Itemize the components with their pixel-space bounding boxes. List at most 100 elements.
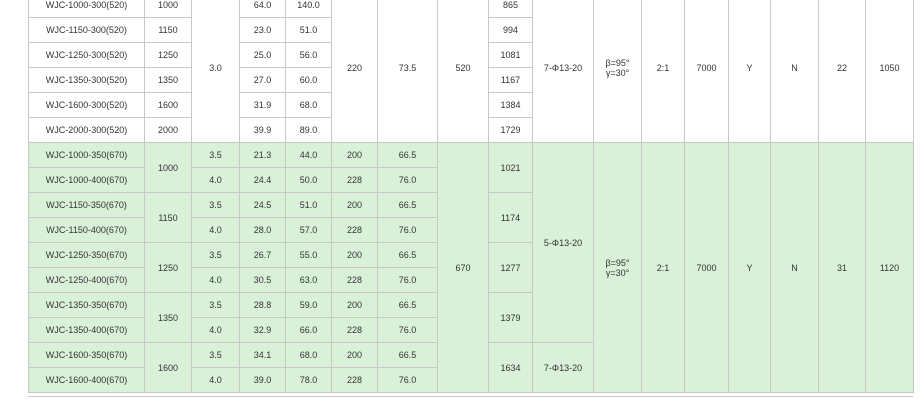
height-cell: 228 (331, 367, 378, 393)
thickness-cell: 3.5 (191, 242, 240, 268)
size-cell: 1250 (144, 242, 192, 293)
size-cell: 1150 (144, 192, 192, 243)
weight-cell: 1021 (488, 142, 533, 193)
ratio-value-cell: 73.5 (377, 0, 438, 143)
model-cell: WJC-1150-300(520) (28, 17, 145, 43)
thickness-cell: 3.5 (191, 342, 240, 368)
thickness-cell: 4.0 (191, 367, 240, 393)
value-cell: 21.3 (239, 142, 286, 168)
qty-cell: 31 (818, 142, 866, 393)
height-cell: 228 (331, 317, 378, 343)
value-cell: 39.0 (239, 367, 286, 393)
angle-cell: β=95° γ=30° (593, 142, 642, 393)
value-cell: 68.0 (285, 92, 332, 118)
value-cell: 28.0 (239, 217, 286, 243)
weight-cell: 994 (488, 17, 533, 43)
height-cell: 228 (331, 217, 378, 243)
value-cell: 140.0 (285, 0, 332, 18)
thickness-cell: 3.5 (191, 292, 240, 318)
option-n-cell: N (770, 142, 819, 393)
value-cell: 60.0 (285, 67, 332, 93)
value-cell: 78.0 (285, 367, 332, 393)
model-cell: WJC-1350-350(670) (28, 292, 145, 318)
angle-cell: β=95° γ=30° (593, 0, 642, 143)
table-bottom-rule (28, 396, 913, 397)
speed-cell: 7000 (684, 142, 729, 393)
ratio-value-cell: 76.0 (377, 317, 438, 343)
height-cell: 228 (331, 167, 378, 193)
option-y-cell: Y (728, 142, 771, 393)
height-cell: 200 (331, 242, 378, 268)
height-cell: 200 (331, 192, 378, 218)
thickness-cell: 3.0 (191, 0, 240, 143)
size-cell: 1250 (144, 42, 192, 68)
value-cell: 25.0 (239, 42, 286, 68)
spec-table: WJC-1000-300(520) 1000 3.0 64.0 140.0 22… (28, 0, 914, 393)
angle-beta: β=95° (605, 257, 630, 268)
value-cell: 44.0 (285, 142, 332, 168)
size-cell: 1000 (144, 142, 192, 193)
holes-cell: 7-Φ13-20 (532, 0, 594, 143)
model-cell: WJC-1600-350(670) (28, 342, 145, 368)
weight-cell: 1729 (488, 117, 533, 143)
ratio-value-cell: 66.5 (377, 342, 438, 368)
weight-cell: 1379 (488, 292, 533, 343)
weight-cell: 1384 (488, 92, 533, 118)
holes-cell: 5-Φ13-20 (532, 142, 594, 343)
size-cell: 1350 (144, 67, 192, 93)
value-cell: 51.0 (285, 192, 332, 218)
model-cell: WJC-1250-350(670) (28, 242, 145, 268)
value-cell: 32.9 (239, 317, 286, 343)
weight-cell: 1174 (488, 192, 533, 243)
value-cell: 51.0 (285, 17, 332, 43)
weight-cell: 865 (488, 0, 533, 18)
model-cell: WJC-1150-400(670) (28, 217, 145, 243)
qty-cell: 22 (818, 0, 866, 143)
value-cell: 28.8 (239, 292, 286, 318)
model-cell: WJC-2000-300(520) (28, 117, 145, 143)
value-cell: 63.0 (285, 267, 332, 293)
speed-cell: 7000 (684, 0, 729, 143)
model-cell: WJC-1350-400(670) (28, 317, 145, 343)
size-cell: 1600 (144, 92, 192, 118)
value-cell: 66.0 (285, 317, 332, 343)
height-cell: 200 (331, 292, 378, 318)
weight-cell: 1081 (488, 42, 533, 68)
model-cell: WJC-1250-300(520) (28, 42, 145, 68)
ratio-value-cell: 66.5 (377, 292, 438, 318)
table-row: WJC-1000-300(520) 1000 3.0 64.0 140.0 22… (28, 0, 914, 143)
value-cell: 64.0 (239, 0, 286, 18)
model-cell: WJC-1000-400(670) (28, 167, 145, 193)
value-cell: 30.5 (239, 267, 286, 293)
height-cell: 200 (331, 142, 378, 168)
ratio-value-cell: 66.5 (377, 192, 438, 218)
option-y-cell: Y (728, 0, 771, 143)
model-cell: WJC-1600-300(520) (28, 92, 145, 118)
thickness-cell: 4.0 (191, 267, 240, 293)
weight-cell: 1167 (488, 67, 533, 93)
value-cell: 57.0 (285, 217, 332, 243)
value-cell: 27.0 (239, 67, 286, 93)
value-cell: 31.9 (239, 92, 286, 118)
angle-gamma: γ=30° (605, 267, 630, 278)
angle-beta: β=95° (605, 57, 630, 68)
value-cell: 26.7 (239, 242, 286, 268)
ratio-value-cell: 76.0 (377, 267, 438, 293)
value-cell: 55.0 (285, 242, 332, 268)
total-cell: 1050 (865, 0, 914, 143)
ratio-value-cell: 66.5 (377, 142, 438, 168)
ratio-cell: 2:1 (641, 0, 685, 143)
size-cell: 1350 (144, 292, 192, 343)
value-cell: 50.0 (285, 167, 332, 193)
weight-cell: 1277 (488, 242, 533, 293)
thickness-cell: 3.5 (191, 192, 240, 218)
height-cell: 200 (331, 342, 378, 368)
total-cell: 1120 (865, 142, 914, 393)
value-cell: 56.0 (285, 42, 332, 68)
value-cell: 59.0 (285, 292, 332, 318)
height-cell: 220 (331, 0, 378, 143)
thickness-cell: 4.0 (191, 167, 240, 193)
ratio-value-cell: 66.5 (377, 242, 438, 268)
ratio-value-cell: 76.0 (377, 367, 438, 393)
size-cell: 1150 (144, 17, 192, 43)
